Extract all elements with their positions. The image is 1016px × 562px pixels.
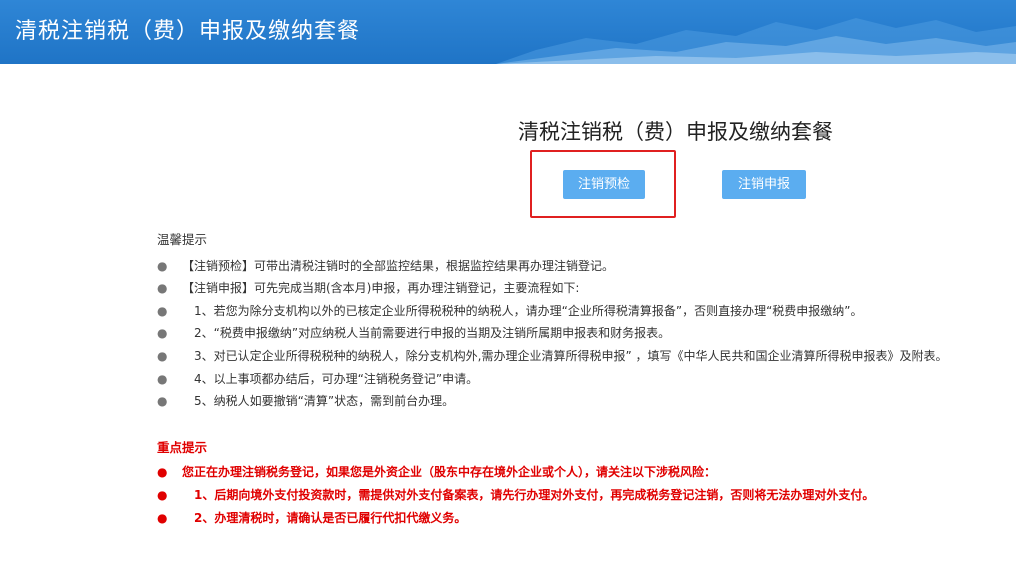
key-tips-title: 重点提示 (157, 440, 208, 455)
list-item: ● 1、若您为除分支机构以外的已核定企业所得税税种的纳税人，请办理“企业所得税清算… (157, 302, 863, 320)
list-item: ● 3、对已认定企业所得税税种的纳税人，除分支机构外,需办理企业清算所得税申报” … (157, 347, 948, 365)
bullet-icon: ● (157, 511, 168, 525)
tip-text: 3、对已认定企业所得税税种的纳税人，除分支机构外,需办理企业清算所得税申报” ，… (194, 349, 948, 363)
list-item: ● 2、“税费申报缴纳”对应纳税人当前需要进行申报的当期及注销所属期申报表和财务报… (157, 324, 670, 342)
key-tip-text: 您正在办理注销税务登记，如果您是外资企业（股东中存在境外企业或个人），请关注以下… (182, 465, 717, 479)
tip-text: 4、以上事项都办结后，可办理“注销税务登记”申请。 (194, 372, 479, 386)
bullet-icon: ● (157, 304, 168, 318)
bullet-icon: ● (157, 465, 168, 479)
list-item: ● 2、办理清税时，请确认是否已履行代扣代缴义务。 (157, 509, 466, 527)
bullet-icon: ● (157, 372, 168, 386)
list-item: ● 4、以上事项都办结后，可办理“注销税务登记”申请。 (157, 370, 478, 388)
key-tip-text: 1、后期向境外支付投资款时，需提供对外支付备案表，请先行办理对外支付，再完成税务… (194, 488, 875, 502)
page-title: 清税注销税（费）申报及缴纳套餐 (518, 120, 833, 144)
declare-button[interactable]: 注销申报 (722, 170, 806, 199)
key-tip-text: 2、办理清税时，请确认是否已履行代扣代缴义务。 (194, 511, 467, 525)
tip-text: 5、纳税人如要撤销“清算”状态，需到前台办理。 (194, 394, 455, 408)
header-title: 清税注销税（费）申报及缴纳套餐 (15, 19, 361, 44)
precheck-button[interactable]: 注销预检 (563, 170, 645, 199)
bullet-icon: ● (157, 281, 168, 295)
bullet-icon: ● (157, 394, 168, 408)
tip-text: 【注销申报】可先完成当期(含本月)申报，再办理注销登记，主要流程如下: (182, 281, 580, 295)
tips-title: 温馨提示 (157, 232, 208, 247)
tip-text: 2、“税费申报缴纳”对应纳税人当前需要进行申报的当期及注销所属期申报表和财务报表… (194, 326, 671, 340)
list-item: ● 【注销预检】可带出清税注销时的全部监控结果，根据监控结果再办理注销登记。 (157, 257, 614, 275)
list-item: ● 您正在办理注销税务登记，如果您是外资企业（股东中存在境外企业或个人），请关注以… (157, 463, 716, 481)
tip-text: 1、若您为除分支机构以外的已核定企业所得税税种的纳税人，请办理“企业所得税清算报… (194, 304, 863, 318)
header-bar: 清税注销税（费）申报及缴纳套餐 (0, 0, 1016, 64)
mountain-decoration (496, 18, 1016, 64)
list-item: ● 1、后期向境外支付投资款时，需提供对外支付备案表，请先行办理对外支付，再完成税… (157, 486, 874, 504)
list-item: ● 【注销申报】可先完成当期(含本月)申报，再办理注销登记，主要流程如下: (157, 279, 579, 297)
list-item: ● 5、纳税人如要撤销“清算”状态，需到前台办理。 (157, 392, 454, 410)
tip-text: 【注销预检】可带出清税注销时的全部监控结果，根据监控结果再办理注销登记。 (182, 259, 615, 273)
bullet-icon: ● (157, 488, 168, 502)
bullet-icon: ● (157, 349, 168, 363)
bullet-icon: ● (157, 326, 168, 340)
bullet-icon: ● (157, 259, 168, 273)
